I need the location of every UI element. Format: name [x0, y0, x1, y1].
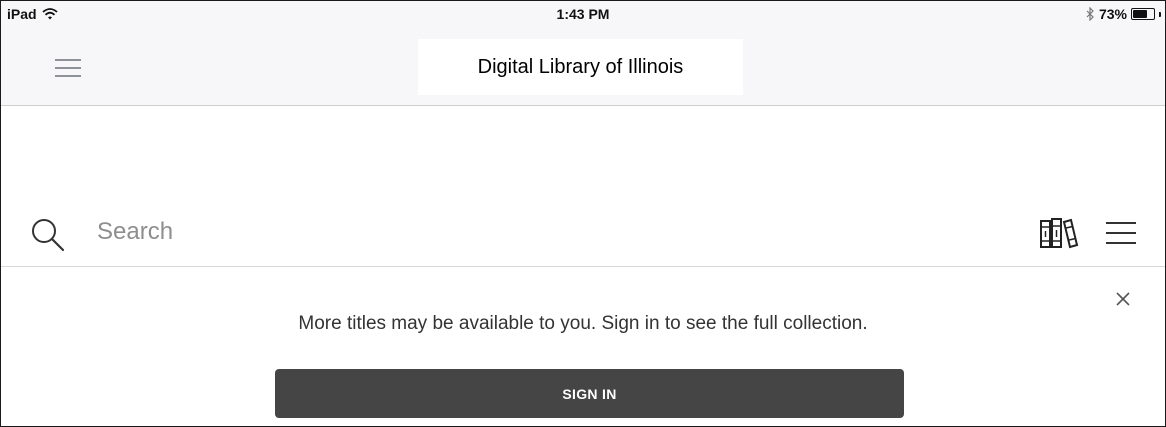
hamburger-menu-icon[interactable] — [53, 57, 83, 79]
battery-icon — [1131, 8, 1155, 20]
sign-in-message: More titles may be available to you. Sig… — [298, 313, 868, 334]
status-right: 73% — [1085, 6, 1161, 22]
battery-percent: 73% — [1098, 6, 1127, 22]
app-window: iPad 1:43 PM 73% Digital Library of Illi… — [0, 0, 1166, 427]
app-header: Digital Library of Illinois — [1, 29, 1165, 106]
search-icon[interactable] — [28, 215, 68, 255]
battery-fill — [1133, 10, 1148, 18]
page-title: Digital Library of Illinois — [418, 39, 743, 95]
status-bar: iPad 1:43 PM 73% — [1, 1, 1165, 29]
battery-tip — [1159, 11, 1161, 17]
hamburger-menu-icon[interactable] — [1104, 220, 1138, 246]
search-input[interactable] — [97, 212, 897, 252]
search-bar — [1, 198, 1165, 267]
bluetooth-icon — [1086, 7, 1094, 21]
library-books-icon[interactable] — [1039, 216, 1079, 250]
sign-in-button[interactable]: SIGN IN — [275, 369, 904, 418]
status-time: 1:43 PM — [556, 6, 610, 22]
close-icon[interactable] — [1115, 291, 1131, 307]
